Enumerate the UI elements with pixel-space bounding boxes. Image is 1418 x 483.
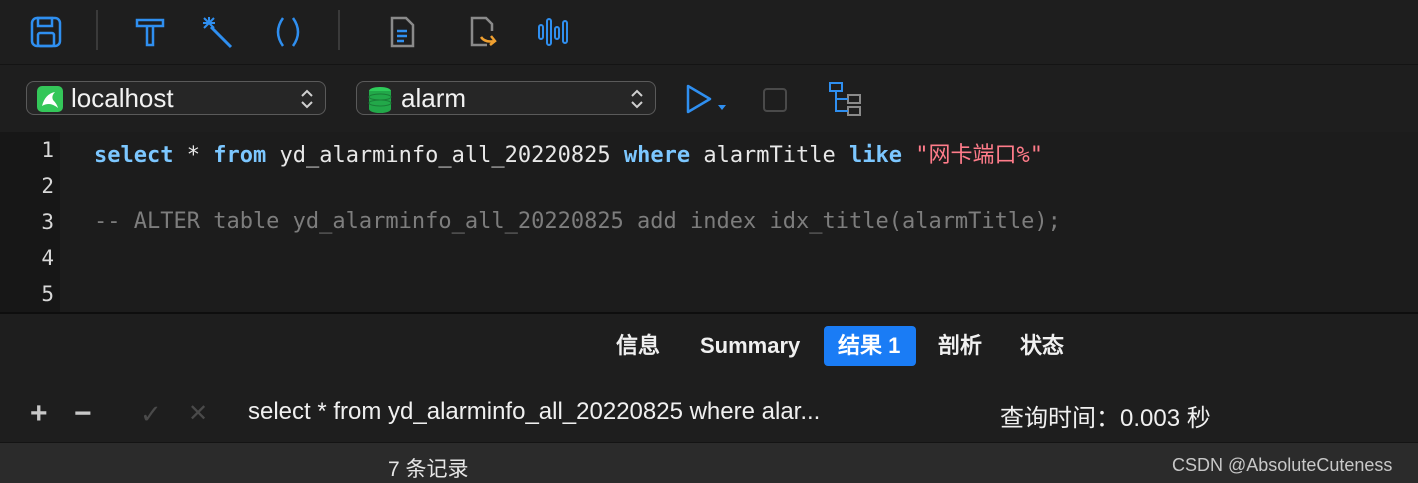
run-play-icon[interactable] bbox=[684, 83, 730, 120]
tab-profile[interactable]: 剖析 bbox=[924, 326, 996, 366]
discard-x-icon[interactable]: ✕ bbox=[188, 402, 208, 426]
sql-keyword: from bbox=[213, 143, 267, 168]
line-number: 2 bbox=[41, 174, 54, 198]
sql-keyword: select bbox=[94, 143, 174, 168]
parentheses-icon[interactable] bbox=[270, 14, 306, 50]
stop-icon[interactable] bbox=[762, 87, 788, 118]
toolbar-divider bbox=[96, 10, 98, 50]
database-label: alarm bbox=[401, 82, 467, 113]
watermark: CSDN @AbsoluteCuteness bbox=[1172, 455, 1393, 475]
format-hammer-icon[interactable] bbox=[132, 14, 168, 50]
sql-keyword: where bbox=[623, 143, 691, 168]
line-number: 5 bbox=[41, 282, 54, 306]
line-number: 3 bbox=[41, 210, 54, 234]
connection-bar: localhost alarm bbox=[0, 64, 1418, 133]
query-time: 查询时间：0.003 秒 bbox=[1000, 405, 1211, 432]
connection-host-label: localhost bbox=[71, 82, 174, 113]
record-count: 7 条记录 bbox=[388, 458, 469, 481]
document-icon[interactable] bbox=[384, 14, 420, 50]
waveform-icon[interactable] bbox=[536, 14, 572, 50]
toolbar-divider bbox=[338, 10, 340, 50]
sql-editor[interactable]: 1 2 3 4 5 select * from yd_alarminfo_all… bbox=[0, 132, 1418, 312]
tab-status[interactable]: 状态 bbox=[1006, 326, 1078, 366]
add-row-icon[interactable]: + bbox=[30, 399, 48, 429]
sql-text: alarmTitle bbox=[690, 143, 850, 168]
line-number: 4 bbox=[41, 246, 54, 270]
magic-wand-icon[interactable] bbox=[200, 14, 236, 50]
save-icon[interactable] bbox=[28, 14, 64, 50]
mysql-dolphin-icon bbox=[37, 86, 63, 112]
sql-text: yd_alarminfo_all_20220825 bbox=[266, 143, 624, 168]
sql-keyword: like bbox=[849, 143, 903, 168]
chevron-updown-icon bbox=[299, 88, 315, 115]
sql-text: * bbox=[173, 143, 214, 168]
explain-tree-icon[interactable] bbox=[828, 81, 864, 122]
delete-row-icon[interactable]: − bbox=[74, 399, 92, 429]
database-icon bbox=[367, 86, 392, 113]
main-toolbar bbox=[0, 0, 1418, 64]
query-preview: select * from yd_alarminfo_all_20220825 … bbox=[248, 398, 821, 425]
sql-string: "网卡端口%" bbox=[915, 143, 1044, 168]
code-line-1: select * from yd_alarminfo_all_20220825 … bbox=[94, 137, 1043, 169]
tab-result-1[interactable]: 结果 1 bbox=[824, 326, 916, 366]
tab-info[interactable]: 信息 bbox=[602, 326, 674, 366]
chevron-updown-icon bbox=[629, 88, 645, 115]
line-number-gutter: 1 2 3 4 5 bbox=[0, 132, 60, 312]
connection-select[interactable]: localhost bbox=[26, 81, 326, 115]
apply-check-icon[interactable]: ✓ bbox=[140, 401, 162, 427]
export-icon[interactable] bbox=[464, 14, 500, 50]
tab-summary[interactable]: Summary bbox=[686, 326, 814, 366]
result-status-bar: + − ✓ ✕ select * from yd_alarminfo_all_2… bbox=[0, 382, 1418, 442]
result-tabs-bar: 信息 Summary 结果 1 剖析 状态 bbox=[0, 312, 1418, 384]
footer-bar: 7 条记录 CSDN @AbsoluteCuteness bbox=[0, 442, 1418, 483]
database-select[interactable]: alarm bbox=[356, 81, 656, 115]
code-line-3-comment: -- ALTER table yd_alarminfo_all_20220825… bbox=[94, 209, 1061, 234]
line-number: 1 bbox=[41, 138, 54, 162]
